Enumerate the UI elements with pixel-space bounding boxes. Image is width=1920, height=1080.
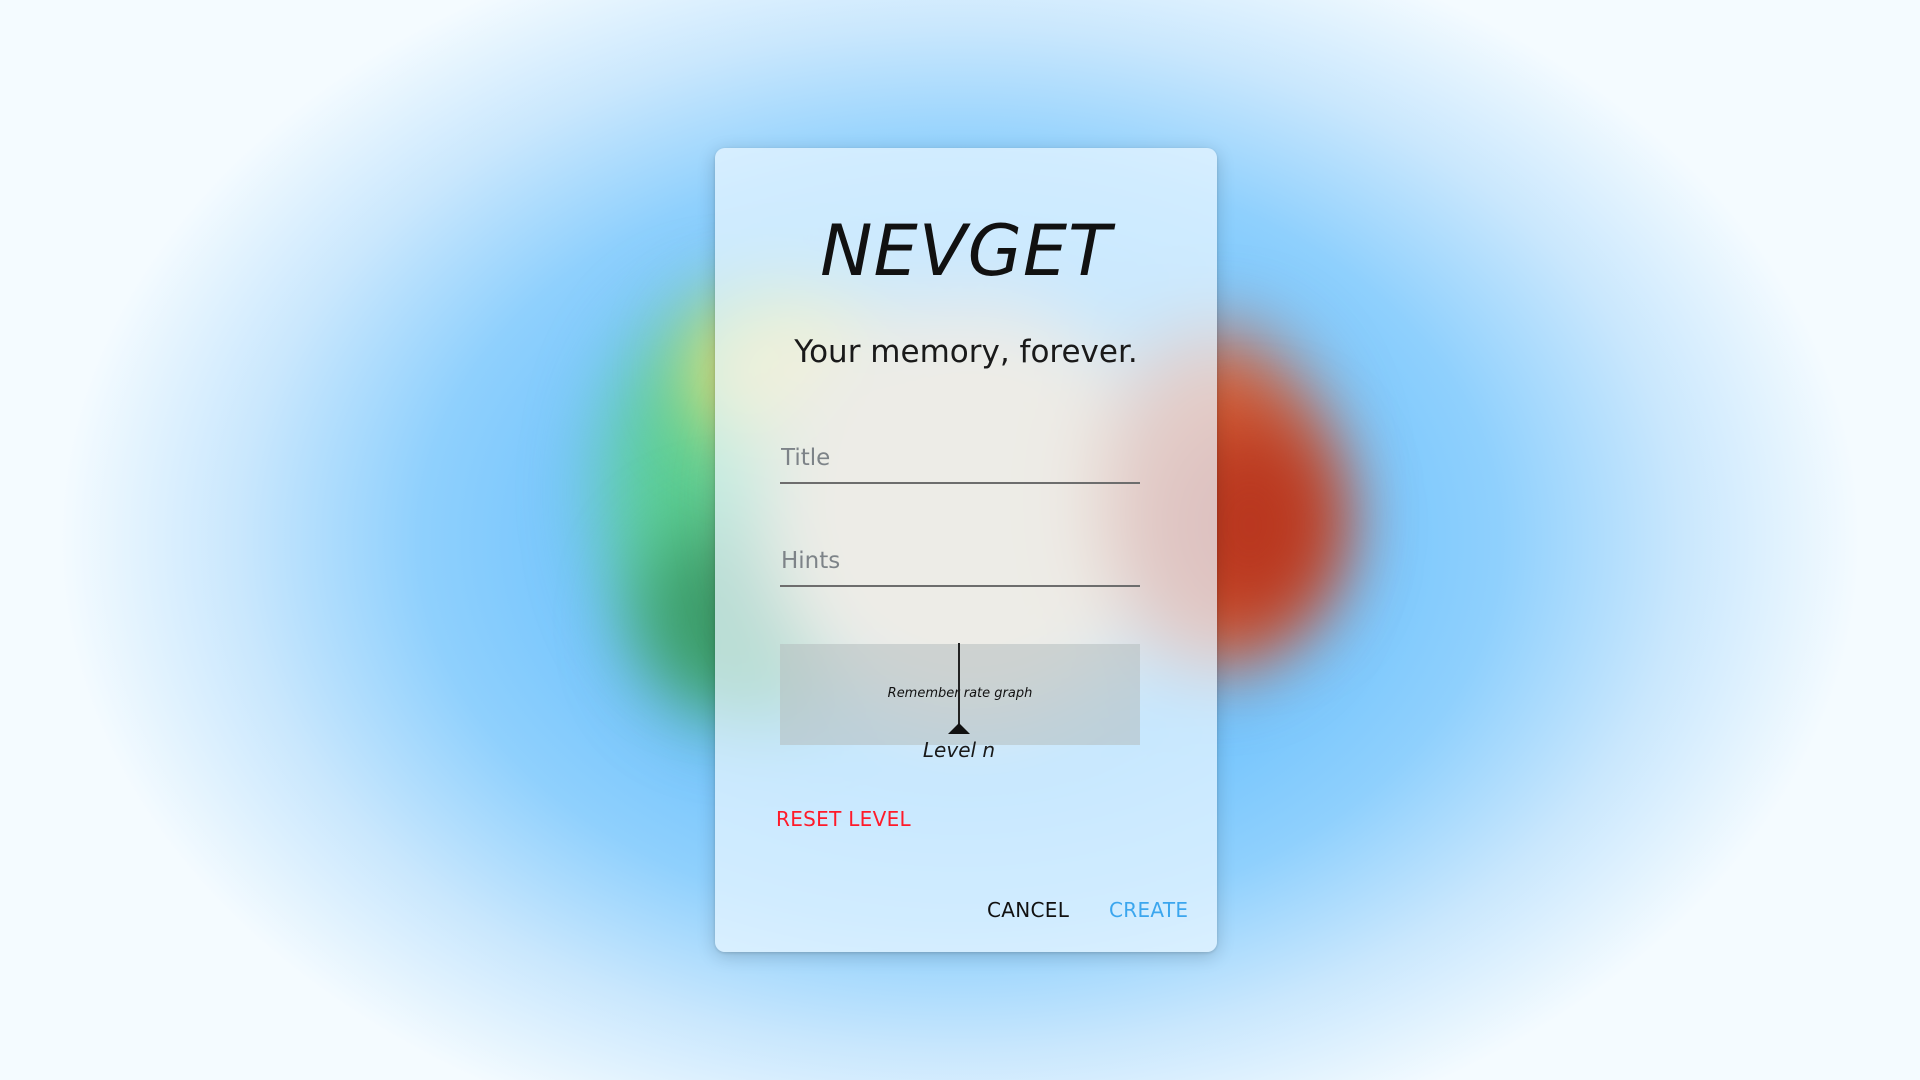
title-input[interactable] bbox=[780, 438, 1142, 478]
app-tagline: Your memory, forever. bbox=[794, 334, 1138, 370]
cancel-button[interactable]: CANCEL bbox=[979, 892, 1077, 928]
hints-input[interactable] bbox=[780, 541, 1142, 581]
create-memory-dialog: NEVGET Your memory, forever. Remember ra… bbox=[715, 148, 1217, 952]
background: NEVGET Your memory, forever. Remember ra… bbox=[0, 0, 1920, 1080]
level-label: Level n bbox=[922, 738, 996, 762]
level-indicator-line[interactable] bbox=[958, 643, 960, 725]
app-title: NEVGET bbox=[820, 210, 1112, 292]
title-field bbox=[780, 438, 1142, 484]
level-marker-icon[interactable] bbox=[948, 723, 970, 734]
create-button[interactable]: CREATE bbox=[1101, 892, 1196, 928]
reset-level-button[interactable]: RESET LEVEL bbox=[768, 801, 919, 837]
hints-field bbox=[780, 541, 1142, 587]
graph-label: Remember rate graph bbox=[887, 686, 1033, 701]
